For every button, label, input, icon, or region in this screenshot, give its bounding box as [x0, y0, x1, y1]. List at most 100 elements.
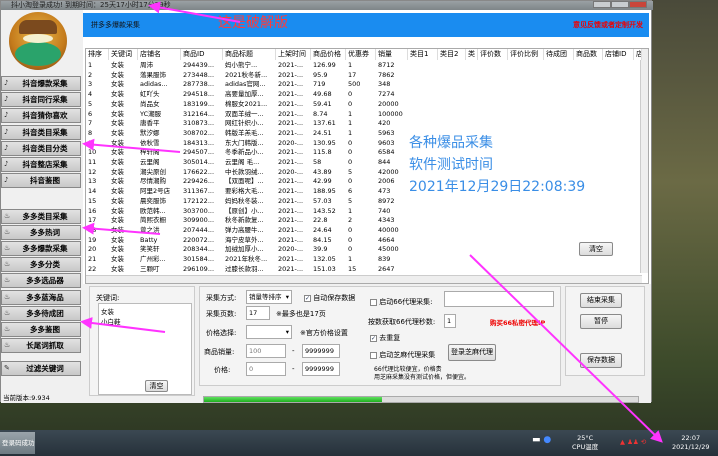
sidebar-item[interactable]: ♪ 抖音爆款采集 — [1, 76, 81, 91]
table-row[interactable]: 16 女装 欧范韩... 303700... 【原创】小... 2021-... 143.5… — [86, 207, 646, 217]
zhima-checkbox[interactable]: 启动芝麻代理采集 — [370, 350, 435, 360]
sales-max-input[interactable]: 9999999 — [302, 344, 340, 358]
autosave-checkbox[interactable]: ✓ 自动保存数据 — [304, 293, 355, 303]
stop-button[interactable]: 结束采集 — [580, 293, 622, 308]
table-cell: 100000 — [378, 109, 403, 118]
table-row[interactable]: 7 女装 唐香平 310873... 网红针织小... 2021-... 137.61 1 42… — [86, 119, 646, 129]
table-cell: 默汐娜 — [140, 128, 160, 137]
dedupe-checkbox[interactable]: ✓ 去重复 — [370, 333, 400, 343]
column-header[interactable]: 类 — [466, 49, 478, 60]
pause-button[interactable]: 暂停 — [580, 314, 622, 329]
column-header[interactable]: 商品ID — [181, 49, 223, 60]
clock[interactable]: 22:07 2021/12/29 — [672, 434, 709, 452]
column-header[interactable]: 排序 — [86, 49, 109, 60]
proxy66-input[interactable] — [444, 291, 554, 307]
column-header[interactable]: 店铺名 — [138, 49, 181, 60]
price-select[interactable]: ▾ — [246, 325, 292, 339]
table-row[interactable]: 20 女装 笑笑轩 208344... 加绒加厚小... 2020-... 39.9 0 450… — [86, 245, 646, 255]
sidebar-item[interactable]: ♨ 多多分类 — [1, 257, 81, 273]
version-label: 当前版本:9.934 — [3, 394, 50, 402]
table-cell: 183199... — [183, 99, 215, 108]
column-header[interactable]: 类目1 — [408, 49, 438, 60]
table-row[interactable]: 3 女装 adidas... 287738... adidas官网... 2021-...… — [86, 80, 646, 90]
sidebar-item[interactable]: ♪ 抖音同行采集 — [1, 92, 81, 108]
table-cell: 1 — [348, 61, 353, 69]
table-cell: 5 — [88, 99, 93, 108]
sidebar-item[interactable]: ♨ 多多类目采集 — [1, 209, 81, 224]
table-cell: 1 — [348, 109, 353, 118]
sidebar-item[interactable]: ♨ 多多待成团 — [1, 305, 81, 321]
column-header[interactable]: 关键词 — [109, 49, 138, 60]
sidebar-item[interactable]: ♨ 多多热词 — [1, 225, 81, 241]
sidebar-item[interactable]: ♪ 抖音类目采集 — [1, 124, 81, 140]
mode-select[interactable]: 销量等排序 ▾ — [246, 290, 292, 304]
column-header[interactable]: 上架时间 — [276, 49, 311, 60]
column-header[interactable]: 类目2 — [438, 49, 466, 60]
save-data-button[interactable]: 保存数据 — [580, 353, 622, 368]
table-cell: 女装 — [111, 187, 124, 196]
proxy-note: 用芝麻采集没有测试价格，但便宜。 — [374, 374, 471, 381]
table-row[interactable]: 19 女装 Batty 220072... 海宁皮草外... 2021-... 84.15 0… — [86, 236, 646, 246]
sidebar-item[interactable]: ♨ 长尾词抓取 — [1, 337, 81, 353]
column-header[interactable]: 评价数 — [478, 49, 508, 60]
table-row[interactable]: 4 女装 虹吖头 294518... 高要量加厚... 2021-... 49.68 0 727… — [86, 90, 646, 100]
sidebar-item[interactable]: ♨ 多多蓝海品 — [1, 289, 81, 305]
table-cell: 740 — [378, 206, 391, 215]
column-header[interactable]: 店铺ID — [603, 49, 634, 60]
table-cell: 女装 — [111, 177, 124, 186]
sidebar-item[interactable]: ♪ 抖音鉴图 — [1, 173, 81, 189]
minimize-button[interactable] — [593, 1, 611, 8]
table-cell: 9 — [88, 138, 93, 147]
proxy66-checkbox[interactable]: 启动66代理采集: — [370, 297, 433, 307]
table-cell: 女装 — [111, 167, 124, 176]
sidebar-item[interactable]: ♪ 抖音整店采集 — [1, 157, 81, 172]
table-cell: 2021-... — [278, 158, 304, 166]
price-max-input[interactable]: 9999999 — [302, 362, 340, 376]
maximize-button[interactable] — [611, 1, 629, 8]
proxy-secs-input[interactable]: 1 — [444, 314, 456, 328]
table-cell: 21 — [88, 255, 97, 263]
pages-input[interactable]: 17 — [246, 306, 270, 320]
sidebar-item[interactable]: ♪ 抖音类目分类 — [1, 140, 81, 156]
table-row[interactable]: 2 女装 落果服饰 273448... 2021秋冬新... 2021-... 95.9 17… — [86, 71, 646, 81]
sidebar-item[interactable]: ♨ 多多鉴图 — [1, 321, 81, 337]
table-cell: 三颗叮 — [140, 264, 160, 273]
table-row[interactable]: 1 女装 周沛 294439... 妈小熊宁... 2021-... 126.99 1 8712 — [86, 61, 646, 71]
horizontal-scrollbar[interactable] — [86, 275, 642, 283]
table-row[interactable]: 5 女装 尚品女 183199... 棉服女2021... 2021-... 59.41 0 2… — [86, 100, 646, 110]
table-row[interactable]: 6 女装 YC潮服 312164... 双面羊绒一... 2021-... 8.74 1 100… — [86, 110, 646, 120]
table-row[interactable]: 15 女装 晨奕服饰 172122... 妈妈秋冬装... 2021-... 57.03 5 8… — [86, 197, 646, 207]
table-cell: 尽情潮购 — [140, 177, 166, 186]
table-clear-button[interactable]: 清空 — [579, 242, 613, 256]
column-header[interactable]: 商品价格 — [311, 49, 346, 60]
feedback-link[interactable]: 意见反馈或者定制开发 — [573, 13, 643, 37]
price-min-input[interactable]: 0 — [246, 362, 286, 376]
sidebar-item[interactable]: ♨ 多多爆款采集 — [1, 241, 81, 257]
column-header[interactable]: 待成团 — [544, 49, 574, 60]
table-cell: 妈妈秋冬装... — [225, 196, 264, 205]
column-header[interactable]: 评价比例 — [508, 49, 544, 60]
column-header[interactable]: 商品标题 — [223, 49, 276, 60]
table-cell: 女装 — [111, 138, 124, 147]
sidebar-item[interactable]: ♪ 抖音猜你喜欢 — [1, 108, 81, 124]
sidebar-item[interactable]: ♨ 多多选品器 — [1, 273, 81, 289]
table-row[interactable]: 18 女装 曾之洪 207444... 弹力高腰牛... 2021-... 24.64 0 40… — [86, 226, 646, 236]
sales-min-input[interactable]: 100 — [246, 344, 286, 358]
overlay-line: 各种爆品采集 — [409, 135, 493, 151]
column-header[interactable]: 商品数 — [574, 49, 603, 60]
taskbar-app-button[interactable]: 登录码成功! ... — [0, 432, 35, 454]
tray-icons[interactable]: ▬ ● — [532, 436, 551, 445]
buy-proxy-link[interactable]: 购买66私密代理IP — [490, 317, 545, 327]
table-cell: 要彩格大毛... — [225, 187, 264, 196]
close-button[interactable] — [629, 1, 647, 8]
sidebar-item[interactable]: ✎ 过滤关键词 — [1, 361, 81, 376]
column-header[interactable]: 优惠券 — [346, 49, 376, 60]
qq-icon[interactable]: ▲ ♟♟ ⟲ — [620, 438, 646, 447]
keyword-clear-button[interactable]: 清空 — [145, 380, 168, 392]
zhima-login-button[interactable]: 登录芝麻代理 — [448, 344, 496, 361]
column-header[interactable]: 销量 — [376, 49, 408, 60]
table-row[interactable]: 22 女装 三颗叮 296109... 过膝长款羽... 2021-... 151.03 15… — [86, 265, 646, 275]
table-row[interactable]: 17 女装 简熙衣橱 309900... 秋冬新款复... 2021-... 22.8 2 43… — [86, 216, 646, 226]
column-header[interactable]: 店 — [634, 49, 642, 60]
table-row[interactable]: 21 女装 广州彩... 301584... 2021年秋冬... 2021-... 132… — [86, 255, 646, 265]
